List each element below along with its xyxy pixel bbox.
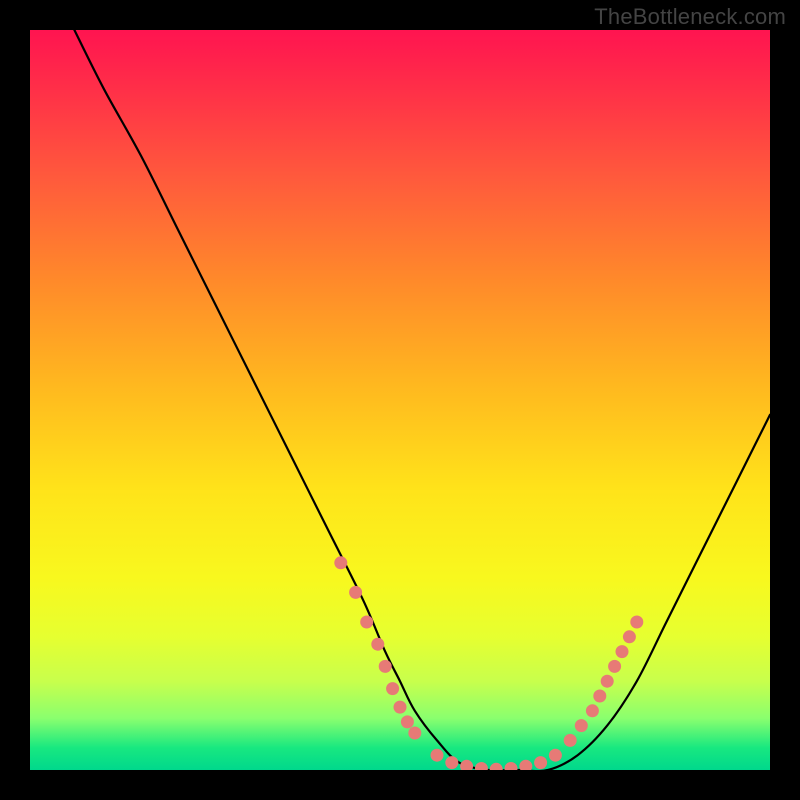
- marker-point: [505, 762, 518, 770]
- marker-point: [630, 616, 643, 629]
- marker-point: [394, 701, 407, 714]
- marker-point: [593, 690, 606, 703]
- marker-point: [401, 715, 414, 728]
- marker-point: [360, 616, 373, 629]
- marker-point: [490, 763, 503, 770]
- watermark-text: TheBottleneck.com: [594, 4, 786, 30]
- marker-point: [349, 586, 362, 599]
- marker-point: [475, 762, 488, 770]
- marker-point: [431, 749, 444, 762]
- marker-point: [623, 630, 636, 643]
- marker-point: [575, 719, 588, 732]
- marker-point: [616, 645, 629, 658]
- marker-point: [386, 682, 399, 695]
- marker-point: [460, 760, 473, 770]
- chart-area: [30, 30, 770, 770]
- marker-point: [549, 749, 562, 762]
- marker-point: [519, 760, 532, 770]
- chart-svg: [30, 30, 770, 770]
- marker-point: [371, 638, 384, 651]
- marker-point: [534, 756, 547, 769]
- marker-point: [334, 556, 347, 569]
- marker-point: [408, 727, 421, 740]
- marker-point: [445, 756, 458, 769]
- marker-point: [608, 660, 621, 673]
- marker-point: [379, 660, 392, 673]
- marker-point: [601, 675, 614, 688]
- marker-point: [586, 704, 599, 717]
- bottleneck-curve: [74, 30, 770, 770]
- marker-point: [564, 734, 577, 747]
